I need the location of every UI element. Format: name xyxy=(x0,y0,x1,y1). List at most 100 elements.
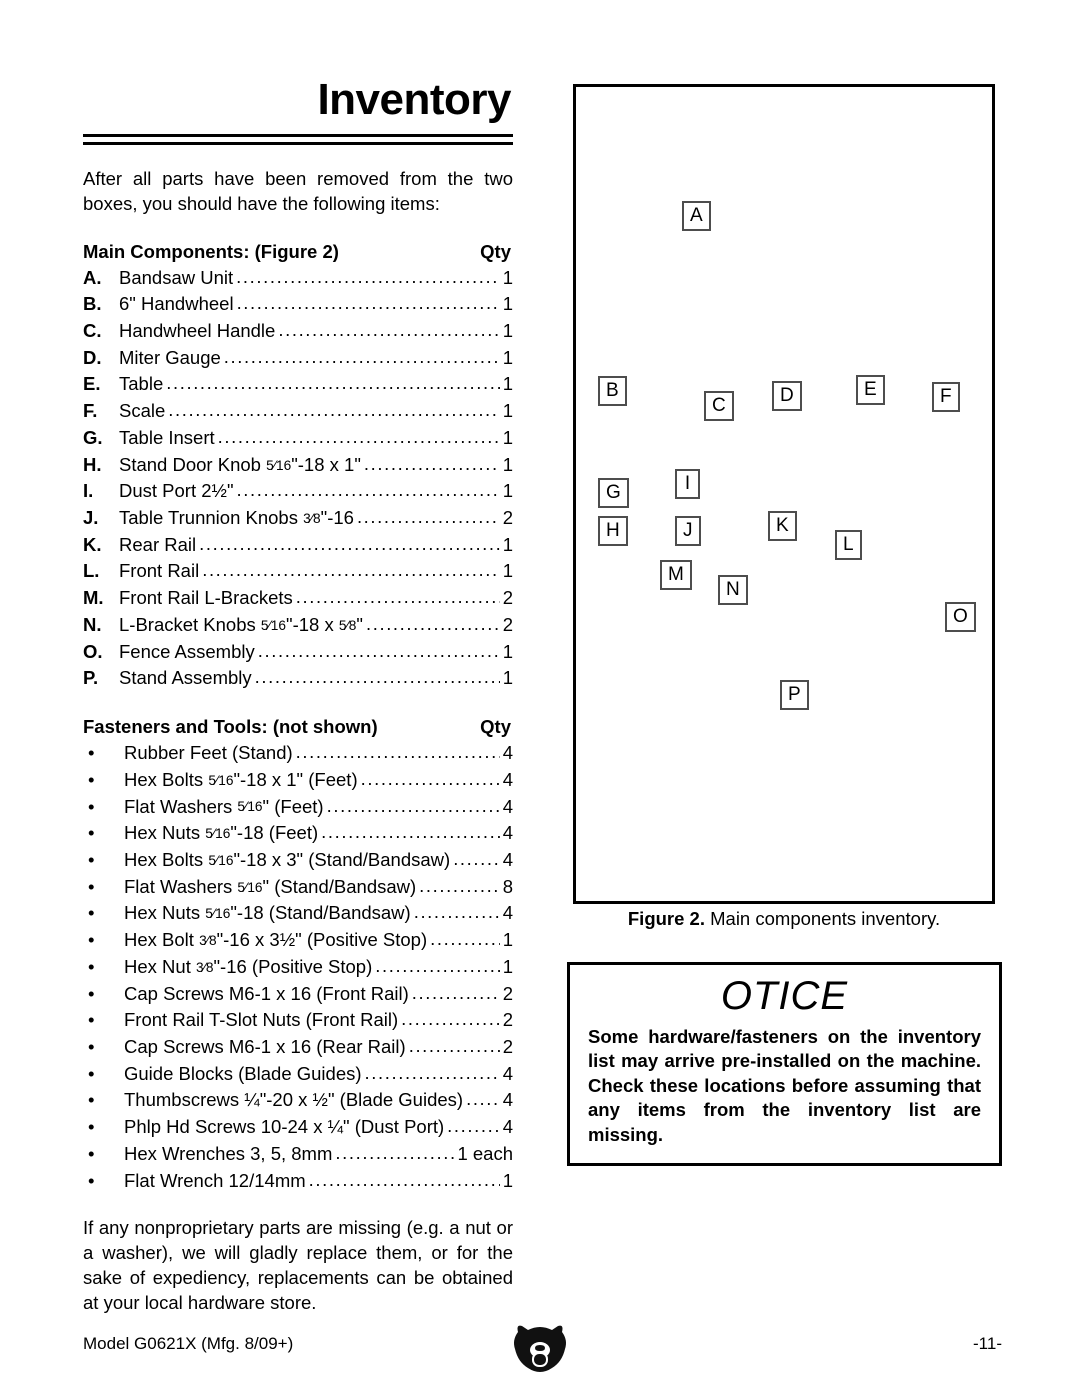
list-item-leader-dots: ........................................… xyxy=(466,1088,500,1110)
list-item-marker: O. xyxy=(83,640,103,662)
list-item-description: Rear Rail xyxy=(119,533,197,555)
list-item-marker: H. xyxy=(83,453,102,475)
list-item-description: L-Bracket Knobs 5⁄16"-18 x 5⁄8" xyxy=(119,613,363,635)
list-item-qty: 8 xyxy=(502,875,513,897)
list-item: B. 6" Handwheel..........................… xyxy=(83,291,513,318)
list-item-description: Hex Nuts 5⁄16"-18 (Feet) xyxy=(124,822,319,844)
list-item-marker: • xyxy=(88,848,95,870)
list-item-leader-dots: ........................................… xyxy=(199,532,500,554)
list-item-qty: 1 xyxy=(502,400,513,422)
list-item-description: Rubber Feet (Stand) xyxy=(124,742,293,764)
list-item-qty: 2 xyxy=(502,587,513,609)
list-item-qty: 2 xyxy=(502,613,513,635)
list-item-marker: F. xyxy=(83,400,98,422)
list-item: K. Rear Rail.............................… xyxy=(83,532,513,559)
page-title: Inventory xyxy=(317,75,511,124)
list-item-qty: 1 xyxy=(502,955,513,977)
figure-callout-h: H xyxy=(598,516,628,546)
list-item-marker: • xyxy=(88,1169,95,1191)
figure-callout-j: J xyxy=(675,516,701,546)
main-components-qty-heading: Qty xyxy=(480,240,511,262)
list-item-leader-dots: ........................................… xyxy=(363,452,500,474)
list-item-leader-dots: ........................................… xyxy=(257,639,500,661)
list-item-description: Scale xyxy=(119,400,166,422)
list-item-leader-dots: ........................................… xyxy=(295,741,500,763)
list-item: • Phlp Hd Screws 10-24 x ¼" (Dust Port)..… xyxy=(83,1114,513,1141)
list-item-description: Flat Washers 5⁄16" (Feet) xyxy=(124,795,324,817)
list-item-marker: • xyxy=(88,1116,95,1138)
list-item-leader-dots: ........................................… xyxy=(419,874,500,896)
list-item-marker: P. xyxy=(83,667,99,689)
list-item-description: Hex Nuts 5⁄16"-18 (Stand/Bandsaw) xyxy=(124,902,411,924)
list-item-marker: L. xyxy=(83,560,100,582)
figure-callout-o: O xyxy=(945,602,976,632)
list-item-leader-dots: ........................................… xyxy=(223,345,500,367)
list-item-qty: 4 xyxy=(502,742,513,764)
list-item-leader-dots: ........................................… xyxy=(401,1008,500,1030)
list-item-leader-dots: ........................................… xyxy=(453,847,500,869)
main-components-heading: Main Components: (Figure 2) Qty xyxy=(83,241,513,263)
list-item-description: Front Rail xyxy=(119,560,200,582)
grizzly-bear-logo-icon xyxy=(510,1322,570,1374)
list-item-leader-dots: ........................................… xyxy=(375,954,499,976)
list-item-leader-dots: ........................................… xyxy=(217,425,500,447)
list-item-marker: M. xyxy=(83,587,104,609)
list-item-leader-dots: ........................................… xyxy=(236,265,500,287)
list-item-description: Table xyxy=(119,373,164,395)
list-item-leader-dots: ........................................… xyxy=(411,981,500,1003)
list-item-description: Table Trunnion Knobs 3⁄8"-16 xyxy=(119,507,354,529)
list-item: P. Stand Assembly........................… xyxy=(83,665,513,692)
list-item: H. Stand Door Knob 5⁄16"-18 x 1".........… xyxy=(83,452,513,479)
list-item-description: 6" Handwheel xyxy=(119,293,234,315)
notice-box: OTICE Some hardware/fasteners on the inv… xyxy=(567,962,1002,1167)
list-item-leader-dots: ........................................… xyxy=(430,928,500,950)
list-item-description: Cap Screws M6-1 x 16 (Front Rail) xyxy=(124,982,409,1004)
list-item-qty: 1 xyxy=(502,560,513,582)
main-components-list: A. Bandsaw Unit..........................… xyxy=(83,265,513,693)
list-item-qty: 1 xyxy=(502,453,513,475)
figure-callout-c: C xyxy=(704,391,734,421)
list-item-marker: J. xyxy=(83,507,99,529)
figure-main-components-inventory: A B C D E F G I H J K L MN O P xyxy=(573,84,995,904)
list-item: • Flat Washers 5⁄16" (Stand/Bandsaw).....… xyxy=(83,874,513,901)
list-item: • Hex Bolts 5⁄16"-18 x 1" (Feet).........… xyxy=(83,767,513,794)
list-item-description: Front Rail T-Slot Nuts (Front Rail) xyxy=(124,1009,399,1031)
figure-callout-m: M xyxy=(660,560,692,590)
fasteners-qty-heading: Qty xyxy=(480,716,511,738)
list-item-marker: • xyxy=(88,1009,95,1031)
list-item-leader-dots: ........................................… xyxy=(236,292,500,314)
list-item-qty: 1 xyxy=(502,533,513,555)
list-item-description: Guide Blocks (Blade Guides) xyxy=(124,1062,362,1084)
list-item-leader-dots: ........................................… xyxy=(295,586,500,608)
list-item-marker: B. xyxy=(83,293,102,315)
list-item-qty: 1 xyxy=(502,667,513,689)
list-item: I. Dust Port 2½".........................… xyxy=(83,478,513,505)
list-item: G. Table Insert..........................… xyxy=(83,425,513,452)
list-item-description: Flat Wrench 12/14mm xyxy=(124,1169,306,1191)
list-item-description: Stand Door Knob 5⁄16"-18 x 1" xyxy=(119,453,361,475)
list-item-leader-dots: ........................................… xyxy=(365,612,500,634)
list-item-marker: • xyxy=(88,742,95,764)
footer-page-number: -11- xyxy=(973,1334,1002,1353)
list-item: J. Table Trunnion Knobs 3⁄8"-16..........… xyxy=(83,505,513,532)
list-item-description: Hex Bolts 5⁄16"-18 x 3" (Stand/Bandsaw) xyxy=(124,848,451,870)
figure-caption: Figure 2. Main components inventory. xyxy=(573,908,995,930)
main-components-heading-label: Main Components: (Figure 2) xyxy=(83,240,339,262)
list-item: • Front Rail T-Slot Nuts (Front Rail)....… xyxy=(83,1007,513,1034)
list-item-marker: • xyxy=(88,902,95,924)
figure-callout-b: B xyxy=(598,376,627,406)
list-item-leader-dots: ........................................… xyxy=(278,319,500,340)
list-item-marker: E. xyxy=(83,373,101,395)
list-item: • Hex Nut 3⁄8"-16 (Positive Stop)........… xyxy=(83,954,513,981)
list-item-leader-dots: ........................................… xyxy=(360,767,500,789)
list-item-qty: 1 xyxy=(502,346,513,368)
list-item-qty: 4 xyxy=(502,768,513,790)
list-item: • Flat Wrench 12/14mm....................… xyxy=(83,1168,513,1195)
list-item-leader-dots: ........................................… xyxy=(335,1141,454,1163)
list-item-qty: 1 xyxy=(502,480,513,502)
closing-paragraph: If any nonproprietary parts are missing … xyxy=(83,1217,513,1313)
list-item: D. Miter Gauge...........................… xyxy=(83,345,513,372)
list-item-qty: 4 xyxy=(502,902,513,924)
fasteners-heading: Fasteners and Tools: (not shown) Qty xyxy=(83,716,513,738)
list-item-description: Hex Bolt 3⁄8"-16 x 3½" (Positive Stop) xyxy=(124,929,428,951)
